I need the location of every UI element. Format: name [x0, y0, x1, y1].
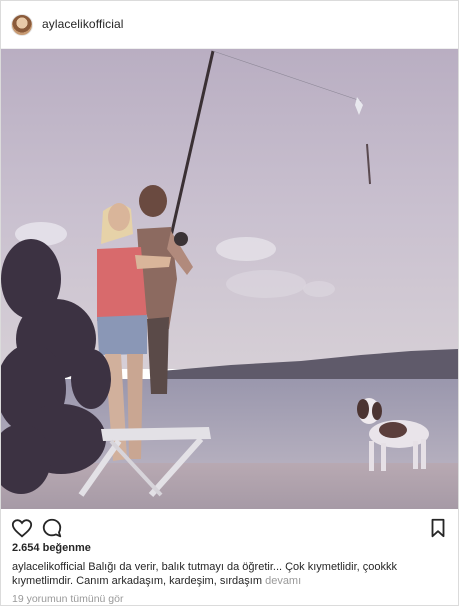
post-username[interactable]: aylacelikofficial [42, 17, 124, 31]
likes-label: beğenme [42, 542, 91, 554]
comment-icon[interactable] [41, 517, 63, 539]
heart-icon[interactable] [11, 517, 33, 539]
beach-fishing-photo [1, 49, 458, 509]
view-comments-link[interactable]: 19 yorumun tümünü gör [12, 593, 123, 605]
avatar[interactable] [11, 14, 33, 36]
post-actions [1, 513, 458, 541]
post-caption: aylacelikofficial Balığı da verir, balık… [12, 560, 452, 588]
post-photo[interactable] [1, 49, 458, 509]
bookmark-icon[interactable] [427, 517, 449, 539]
likes-count[interactable]: 2.654 beğenme [12, 542, 91, 554]
caption-username[interactable]: aylacelikofficial [12, 561, 85, 573]
post-header: aylacelikofficial [1, 1, 458, 49]
caption-more-link[interactable]: devamı [265, 575, 301, 587]
likes-number: 2.654 [12, 542, 40, 554]
post-card: aylacelikofficial 2.654 beğenme aylaceli… [0, 0, 459, 606]
